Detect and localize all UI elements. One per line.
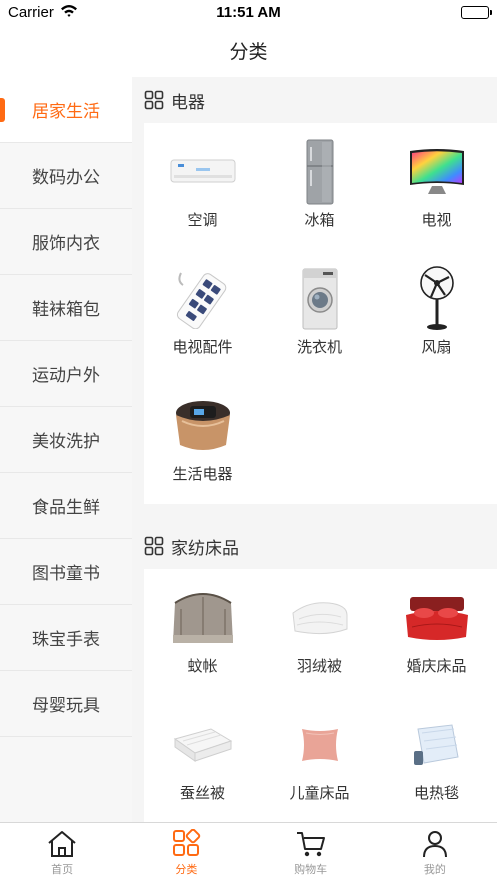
sidebar-item-label: 数码办公: [32, 168, 100, 188]
battery-icon: [461, 6, 492, 19]
category-item[interactable]: 蚕丝被: [144, 696, 261, 822]
tab-home[interactable]: 首页: [0, 823, 124, 883]
status-bar: Carrier 11:51 AM: [0, 0, 497, 26]
power-strip-icon: [168, 264, 238, 334]
category-item[interactable]: 风扇: [378, 250, 495, 377]
section-title: 电器: [171, 92, 205, 113]
category-item-label: 空调: [187, 211, 218, 229]
tab-label: 我的: [423, 863, 446, 876]
fan-icon: [402, 264, 472, 334]
page-title: 分类: [229, 41, 268, 63]
category-item-label: 羽绒被: [296, 657, 342, 675]
category-content[interactable]: 电器 空调 冰箱 电视 电视配件 洗衣机 风扇 生活电器 家纺床品 蚊帐 羽绒被…: [132, 77, 497, 822]
sidebar-item-home-living[interactable]: 居家生活: [0, 77, 132, 143]
user-icon: [422, 831, 447, 858]
category-item-label: 蚕丝被: [179, 784, 225, 802]
sidebar-item-label: 美妆洗护: [32, 432, 100, 452]
category-item-label: 洗衣机: [296, 338, 342, 356]
tab-label: 购物车: [294, 863, 328, 876]
tab-category[interactable]: 分类: [124, 823, 248, 883]
mosquito-net-icon: [168, 583, 238, 653]
sidebar-item-label: 食品生鲜: [32, 498, 100, 518]
tab-label: 分类: [175, 863, 198, 876]
appliances-grid: 空调 冰箱 电视 电视配件 洗衣机 风扇 生活电器: [144, 123, 497, 504]
sidebar-item-food[interactable]: 食品生鲜: [0, 473, 132, 539]
category-sidebar: 居家生活 数码办公 服饰内衣 鞋袜箱包 运动户外 美妆洗护 食品生鲜 图书童书 …: [0, 77, 132, 822]
sidebar-item-label: 居家生活: [32, 102, 100, 122]
category-item-label: 冰箱: [304, 211, 335, 229]
tab-profile[interactable]: 我的: [373, 823, 497, 883]
wedding-bedding-icon: [402, 583, 472, 653]
category-item[interactable]: 儿童床品: [261, 696, 378, 822]
sidebar-item-books[interactable]: 图书童书: [0, 539, 132, 605]
category-item[interactable]: 婚庆床品: [378, 569, 495, 696]
nav-bar: 分类: [0, 26, 497, 77]
sidebar-item-beauty[interactable]: 美妆洗护: [0, 407, 132, 473]
sidebar-item-label: 服饰内衣: [32, 234, 100, 254]
sidebar-item-label: 鞋袜箱包: [32, 300, 100, 320]
air-conditioner-icon: [168, 137, 238, 207]
category-item[interactable]: 蚊帐: [144, 569, 261, 696]
category-icon: [173, 829, 201, 856]
bedding-grid: 蚊帐 羽绒被 婚庆床品 蚕丝被 儿童床品 电热毯: [144, 569, 497, 822]
rice-cooker-icon: [168, 391, 238, 461]
sidebar-item-shoes-bags[interactable]: 鞋袜箱包: [0, 275, 132, 341]
category-item-label: 生活电器: [172, 465, 233, 483]
sidebar-item-label: 珠宝手表: [32, 630, 100, 650]
category-item-label: 电热毯: [413, 784, 459, 802]
home-icon: [48, 831, 76, 857]
category-item[interactable]: 羽绒被: [261, 569, 378, 696]
tab-label: 首页: [51, 863, 74, 876]
clock: 11:51 AM: [216, 4, 281, 21]
category-item[interactable]: 生活电器: [144, 377, 261, 504]
tab-bar: 首页 分类 购物车 我的: [0, 822, 497, 883]
category-item-label: 电视配件: [172, 338, 233, 356]
electric-blanket-icon: [402, 710, 472, 780]
cart-icon: [296, 832, 325, 857]
washing-machine-icon: [285, 264, 355, 334]
sidebar-item-label: 运动户外: [32, 366, 100, 386]
sidebar-item-label: 图书童书: [32, 564, 100, 584]
category-item[interactable]: 电视配件: [144, 250, 261, 377]
sidebar-item-jewelry[interactable]: 珠宝手表: [0, 605, 132, 671]
sidebar-item-sports[interactable]: 运动户外: [0, 341, 132, 407]
category-item[interactable]: 冰箱: [261, 123, 378, 250]
active-marker: [0, 98, 5, 122]
section-title: 家纺床品: [171, 538, 239, 559]
tab-cart[interactable]: 购物车: [249, 823, 373, 883]
refrigerator-icon: [285, 137, 355, 207]
category-item-label: 电视: [421, 211, 452, 229]
sidebar-item-digital-office[interactable]: 数码办公: [0, 143, 132, 209]
category-item-label: 风扇: [421, 338, 452, 356]
section-header-appliances: 电器: [132, 77, 497, 123]
sidebar-item-apparel[interactable]: 服饰内衣: [0, 209, 132, 275]
tv-icon: [402, 137, 472, 207]
down-quilt-icon: [285, 583, 355, 653]
category-item-label: 儿童床品: [289, 784, 350, 802]
category-item[interactable]: 电热毯: [378, 696, 495, 822]
section-header-bedding: 家纺床品: [132, 523, 497, 569]
sidebar-item-label: 母婴玩具: [32, 696, 100, 716]
grid-icon: [144, 536, 164, 556]
category-item-label: 婚庆床品: [406, 657, 467, 675]
category-item[interactable]: 空调: [144, 123, 261, 250]
sidebar-item-baby-toys[interactable]: 母婴玩具: [0, 671, 132, 737]
grid-icon: [144, 90, 164, 110]
category-item-label: 蚊帐: [187, 657, 218, 675]
category-item[interactable]: 洗衣机: [261, 250, 378, 377]
silk-quilt-icon: [168, 710, 238, 780]
category-item[interactable]: 电视: [378, 123, 495, 250]
pillow-icon: [285, 710, 355, 780]
